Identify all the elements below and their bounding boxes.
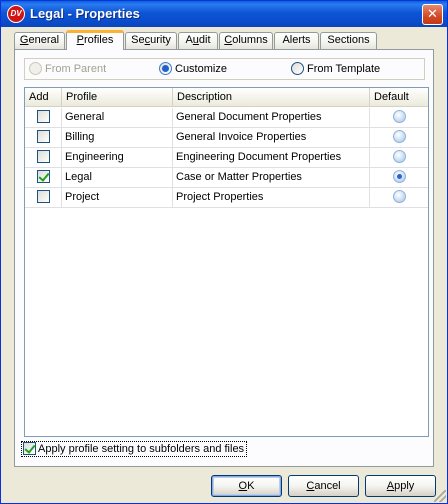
description-cell: Project Properties (173, 188, 370, 208)
default-cell[interactable] (370, 108, 428, 128)
tab-security[interactable]: Security (125, 32, 177, 49)
add-cell[interactable] (25, 128, 62, 148)
profile-cell: Billing (62, 128, 173, 148)
add-cell[interactable] (25, 108, 62, 128)
default-radio[interactable] (392, 110, 406, 123)
add-checkbox[interactable] (36, 170, 50, 183)
from-template-option[interactable]: From Template (291, 62, 380, 78)
add-cell[interactable] (25, 168, 62, 188)
tab-label: Alerts (282, 34, 311, 46)
ok-button[interactable]: OK (211, 475, 282, 497)
tab-alerts[interactable]: Alerts (274, 32, 319, 49)
from-template-radio[interactable] (291, 62, 304, 75)
default-cell[interactable] (370, 128, 428, 148)
default-radio[interactable] (392, 170, 406, 183)
tab-label: Audit (185, 34, 211, 46)
table-row[interactable]: Engineering Engineering Document Propert… (25, 148, 428, 168)
profile-source-group: From Parent Customize From Template (24, 58, 425, 80)
default-cell[interactable] (370, 148, 428, 168)
tab-label: Columns (224, 34, 268, 46)
from-parent-radio (29, 62, 42, 75)
cancel-button[interactable]: Cancel (288, 475, 359, 497)
tab-profiles[interactable]: Profiles (66, 30, 124, 50)
window-title: Legal - Properties (30, 6, 140, 21)
apply-button[interactable]: Apply (365, 475, 436, 497)
column-header-add[interactable]: Add (25, 88, 62, 107)
customize-radio[interactable] (159, 62, 172, 75)
description-cell: Engineering Document Properties (173, 148, 370, 168)
tab-label: General (19, 34, 60, 46)
apply-subfolders-label[interactable]: Apply profile setting to subfolders and … (38, 443, 244, 455)
profile-cell: Engineering (62, 148, 173, 168)
tab-sections[interactable]: Sections (320, 32, 377, 49)
apply-subfolders-option[interactable]: Apply profile setting to subfolders and … (21, 441, 248, 457)
column-header-description[interactable]: Description (173, 88, 370, 107)
description-cell: General Document Properties (173, 108, 370, 128)
add-checkbox[interactable] (36, 190, 50, 203)
profile-cell: Legal (62, 168, 173, 188)
app-logo-icon: DV (7, 5, 25, 23)
tab-label: Security (131, 34, 171, 46)
table-row[interactable]: Billing General Invoice Properties (25, 128, 428, 148)
from-parent-label: From Parent (45, 63, 107, 75)
profile-cell: Project (62, 188, 173, 208)
grid-header: Add Profile Description Default (25, 88, 428, 107)
add-checkbox[interactable] (36, 150, 50, 163)
add-cell[interactable] (25, 148, 62, 168)
tab-audit[interactable]: Audit (178, 32, 218, 49)
customize-option[interactable]: Customize (159, 62, 227, 78)
default-radio[interactable] (392, 190, 406, 203)
tab-columns[interactable]: Columns (219, 32, 273, 49)
profiles-tab-panel: From Parent Customize From Template Add … (14, 49, 434, 467)
tab-label: Sections (327, 34, 370, 46)
tab-label: Profiles (76, 34, 114, 46)
default-cell[interactable] (370, 188, 428, 208)
properties-window: DV Legal - Properties ✕ General Profiles… (0, 0, 448, 504)
column-header-profile[interactable]: Profile (62, 88, 173, 107)
customize-label[interactable]: Customize (175, 63, 227, 75)
resize-grip-icon[interactable] (434, 490, 446, 502)
profiles-grid: Add Profile Description Default General … (24, 87, 429, 437)
default-radio[interactable] (392, 150, 406, 163)
default-radio[interactable] (392, 130, 406, 143)
default-cell[interactable] (370, 168, 428, 188)
table-row[interactable]: Legal Case or Matter Properties (25, 168, 428, 188)
column-header-default[interactable]: Default (370, 88, 428, 107)
profile-cell: General (62, 108, 173, 128)
tab-general[interactable]: General (14, 32, 65, 49)
from-template-label[interactable]: From Template (307, 63, 380, 75)
close-icon: ✕ (427, 6, 438, 21)
add-checkbox[interactable] (36, 110, 50, 123)
close-button[interactable]: ✕ (422, 4, 443, 25)
from-parent-option: From Parent (29, 62, 106, 78)
apply-subfolders-checkbox[interactable] (23, 442, 36, 455)
table-row[interactable]: General General Document Properties (25, 108, 428, 128)
table-row[interactable]: Project Project Properties (25, 188, 428, 208)
title-bar[interactable]: DV Legal - Properties ✕ (1, 1, 447, 27)
description-cell: Case or Matter Properties (173, 168, 370, 188)
description-cell: General Invoice Properties (173, 128, 370, 148)
add-checkbox[interactable] (36, 130, 50, 143)
add-cell[interactable] (25, 188, 62, 208)
